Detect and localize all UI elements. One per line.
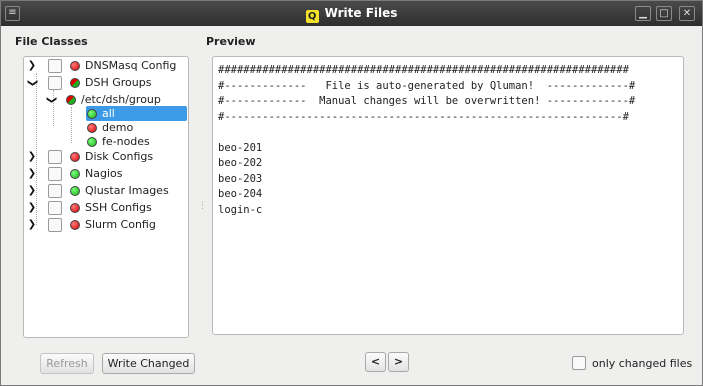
status-red-icon (70, 203, 80, 213)
tree-item-label: Slurm Config (85, 218, 156, 231)
tree-item-label: DSH Groups (85, 76, 152, 89)
only-changed-label: only changed files (592, 357, 693, 370)
status-red-icon (87, 123, 97, 133)
status-green-icon (70, 169, 80, 179)
tree-item-label: SSH Configs (85, 201, 152, 214)
app-logo-icon: Q (305, 10, 319, 23)
tree-item-label: /etc/dsh/group (81, 93, 161, 106)
item-checkbox[interactable] (48, 218, 62, 232)
tree-item-label: Qlustar Images (85, 184, 169, 197)
expand-arrow-icon[interactable]: ❯ (27, 149, 37, 165)
tree-item-label: Disk Configs (85, 150, 154, 163)
refresh-button[interactable]: Refresh (40, 353, 94, 374)
item-checkbox[interactable] (48, 167, 62, 181)
tree-item-qlustar-images[interactable]: ❯ Qlustar Images (24, 183, 184, 199)
status-green-icon (70, 186, 80, 196)
file-classes-tree[interactable]: ❯ DNSMasq Config ❯ DSH Groups ❯ /etc/dsh… (23, 56, 189, 338)
tree-item-dsh-groups[interactable]: ❯ DSH Groups (24, 75, 184, 91)
splitter-handle-icon[interactable]: ⋮ (198, 201, 207, 211)
tree-item-nagios[interactable]: ❯ Nagios (24, 166, 184, 182)
expand-arrow-icon[interactable]: ❯ (27, 217, 37, 233)
status-green-icon (87, 137, 97, 147)
status-mixed-icon (70, 78, 80, 88)
status-mixed-icon (66, 95, 76, 105)
title-bar: ≡ Q Write Files ▁ □ ✕ (1, 1, 702, 26)
previous-button[interactable]: < (365, 352, 386, 372)
item-checkbox[interactable] (48, 76, 62, 90)
collapse-arrow-icon[interactable]: ❯ (24, 78, 40, 88)
item-checkbox[interactable] (48, 150, 62, 164)
expand-arrow-icon[interactable]: ❯ (27, 200, 37, 216)
item-checkbox[interactable] (48, 184, 62, 198)
preview-content: ########################################… (218, 64, 636, 216)
expand-arrow-icon[interactable]: ❯ (27, 183, 37, 199)
collapse-arrow-icon[interactable]: ❯ (43, 95, 59, 105)
tree-item-label: fe-nodes (102, 135, 150, 148)
preview-heading: Preview (206, 35, 256, 48)
tree-item-label: DNSMasq Config (85, 59, 177, 72)
preview-text-area[interactable]: ########################################… (212, 56, 684, 335)
tree-item-ssh-configs[interactable]: ❯ SSH Configs (24, 200, 184, 216)
tree-item-disk-configs[interactable]: ❯ Disk Configs (24, 149, 184, 165)
item-checkbox[interactable] (48, 59, 62, 73)
status-red-icon (70, 61, 80, 71)
only-changed-checkbox[interactable] (572, 356, 586, 370)
maximize-button[interactable]: □ (656, 6, 672, 21)
minimize-button[interactable]: ▁ (635, 6, 651, 21)
status-green-icon (87, 109, 97, 119)
close-button[interactable]: ✕ (679, 6, 695, 21)
window-title: Q Write Files (1, 6, 702, 23)
next-button[interactable]: > (388, 352, 409, 372)
tree-item-slurm-config[interactable]: ❯ Slurm Config (24, 217, 184, 233)
write-changed-button[interactable]: Write Changed (102, 353, 195, 374)
item-checkbox[interactable] (48, 201, 62, 215)
file-classes-heading: File Classes (15, 35, 88, 48)
expand-arrow-icon[interactable]: ❯ (27, 58, 37, 74)
tree-item-label: all (102, 107, 115, 120)
expand-arrow-icon[interactable]: ❯ (27, 166, 37, 182)
tree-item-label: Nagios (85, 167, 123, 180)
tree-item-fe-nodes[interactable]: fe-nodes (24, 134, 184, 150)
window-title-text: Write Files (324, 6, 398, 20)
write-files-window: ≡ Q Write Files ▁ □ ✕ File Classes Previe… (0, 0, 703, 386)
status-red-icon (70, 220, 80, 230)
status-red-icon (70, 152, 80, 162)
tree-item-dnsmasq-config[interactable]: ❯ DNSMasq Config (24, 58, 184, 74)
tree-item-label: demo (102, 121, 134, 134)
